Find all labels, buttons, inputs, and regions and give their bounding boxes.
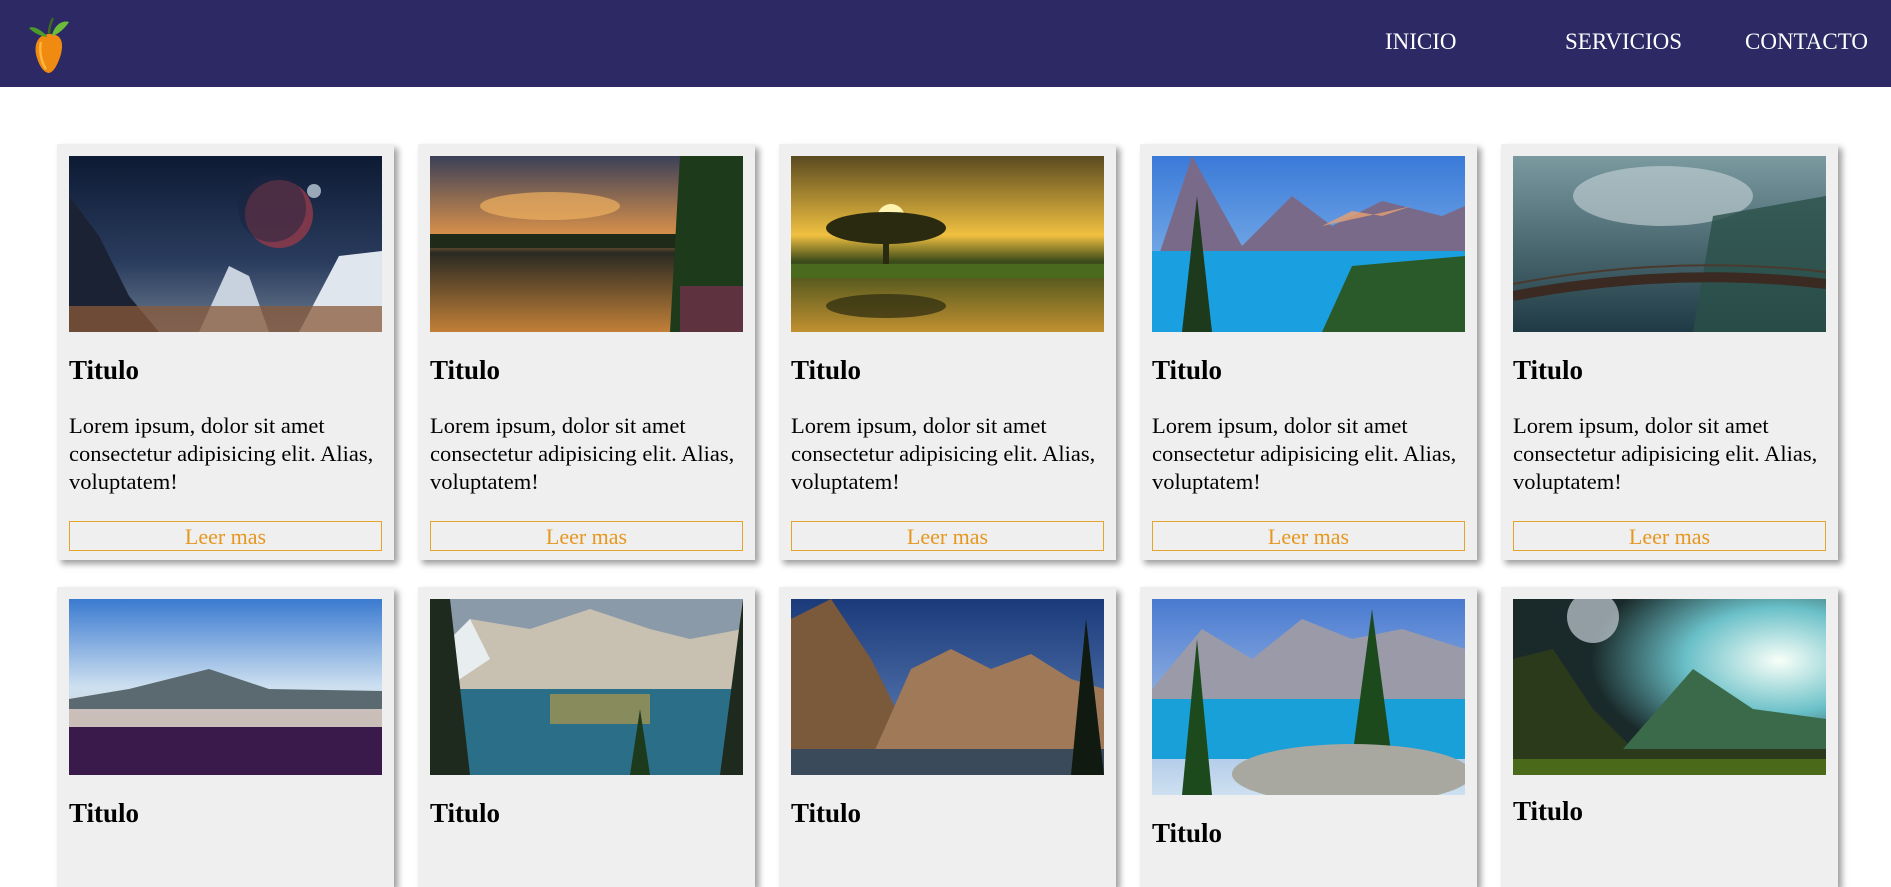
- card-title: Titulo: [1513, 796, 1584, 826]
- top-navbar: INICIO SERVICIOS CONTACTO: [0, 0, 1891, 87]
- card: Titulo Lorem ipsum, dolor sit amet conse…: [779, 144, 1116, 560]
- card-text: Lorem ipsum, dolor sit amet consectetur …: [1152, 413, 1457, 494]
- card-image-blue-mountain-lake: [1152, 156, 1465, 332]
- card-image-lavender-field: [69, 599, 382, 775]
- card-image-sunset-lake: [430, 156, 743, 332]
- read-more-button[interactable]: Leer mas: [1513, 521, 1826, 551]
- nav-link-servicios[interactable]: SERVICIOS: [1565, 27, 1682, 57]
- card-title: Titulo: [791, 798, 862, 828]
- card: Titulo: [1501, 587, 1838, 887]
- card-title: Titulo: [791, 355, 862, 385]
- card: Titulo Lorem ipsum, dolor sit amet conse…: [418, 144, 755, 560]
- card-image-rocky-mountain: [791, 599, 1104, 775]
- card-image-pine-lake: [1152, 599, 1465, 795]
- card-image-fantasy-valley: [1513, 599, 1826, 775]
- card-title: Titulo: [430, 798, 501, 828]
- card-image-space-planet: [69, 156, 382, 332]
- card: Titulo Lorem ipsum, dolor sit amet conse…: [57, 144, 394, 560]
- card: Titulo Lorem ipsum, dolor sit amet conse…: [1140, 144, 1477, 560]
- card-title: Titulo: [1152, 818, 1223, 848]
- card-title: Titulo: [1152, 355, 1223, 385]
- read-more-button[interactable]: Leer mas: [430, 521, 743, 551]
- card: Titulo: [418, 587, 755, 887]
- card-text: Lorem ipsum, dolor sit amet consectetur …: [430, 413, 735, 494]
- card-image-misty-forest-bridge: [1513, 156, 1826, 332]
- card-title: Titulo: [69, 798, 140, 828]
- card: Titulo Lorem ipsum, dolor sit amet conse…: [1501, 144, 1838, 560]
- card-text: Lorem ipsum, dolor sit amet consectetur …: [1513, 413, 1818, 494]
- card: Titulo: [779, 587, 1116, 887]
- card-title: Titulo: [1513, 355, 1584, 385]
- card-title: Titulo: [430, 355, 501, 385]
- card-text: Lorem ipsum, dolor sit amet consectetur …: [791, 413, 1096, 494]
- card-title: Titulo: [69, 355, 140, 385]
- fruit-logo-icon[interactable]: [25, 12, 75, 76]
- card-text: Lorem ipsum, dolor sit amet consectetur …: [69, 413, 374, 494]
- card: Titulo: [57, 587, 394, 887]
- card: Titulo: [1140, 587, 1477, 887]
- read-more-button[interactable]: Leer mas: [69, 521, 382, 551]
- read-more-button[interactable]: Leer mas: [1152, 521, 1465, 551]
- card-image-golden-tree: [791, 156, 1104, 332]
- read-more-button[interactable]: Leer mas: [791, 521, 1104, 551]
- nav-link-inicio[interactable]: INICIO: [1385, 27, 1457, 57]
- card-image-canyon-lake: [430, 599, 743, 775]
- nav-link-contacto[interactable]: CONTACTO: [1745, 27, 1868, 57]
